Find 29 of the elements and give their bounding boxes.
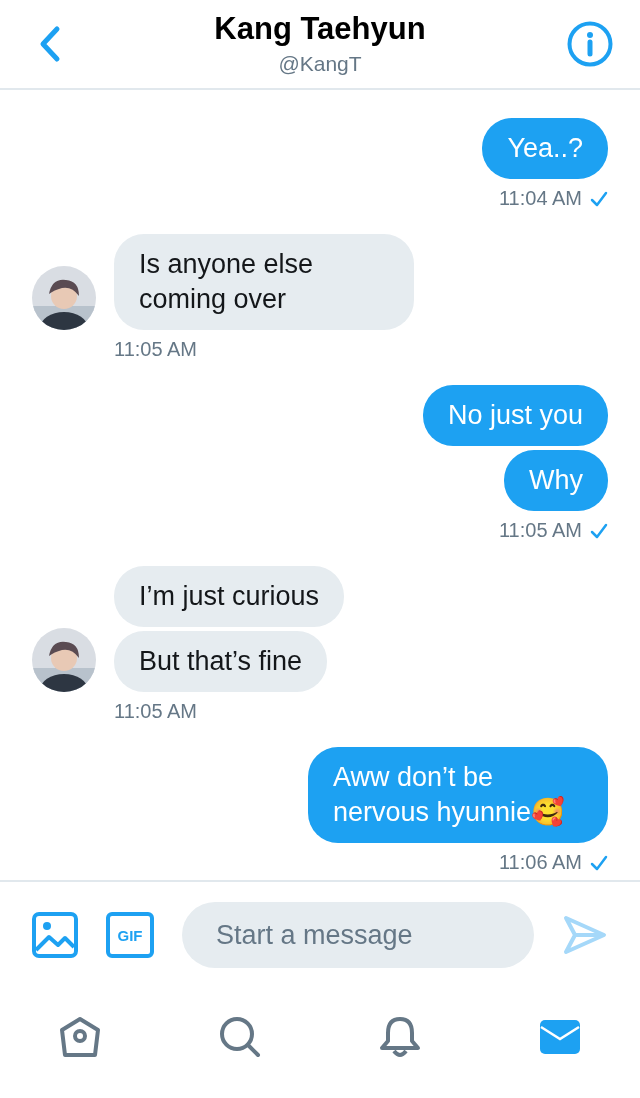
message-bubble: I’m just curious	[114, 566, 345, 627]
send-icon	[563, 915, 607, 955]
contact-handle: @KangT	[278, 51, 362, 77]
message-time: 11:04 AM	[498, 187, 582, 210]
info-button[interactable]	[566, 20, 614, 68]
home-icon	[58, 1015, 102, 1059]
check-icon	[590, 190, 608, 207]
message-time: 11:06 AM	[498, 851, 582, 874]
message-bubble: But that’s fine	[114, 631, 328, 692]
message-bubble: Is anyone else coming over	[114, 234, 414, 330]
check-icon	[590, 854, 608, 871]
mail-icon	[538, 1017, 582, 1057]
message-time: 11:05 AM	[114, 338, 198, 361]
message-bubble: No just you	[422, 385, 608, 446]
image-button[interactable]	[32, 912, 78, 958]
bell-icon	[378, 1015, 422, 1059]
gif-button[interactable]: GIF	[106, 912, 154, 958]
info-icon	[567, 21, 613, 67]
message-time: 11:05 AM	[498, 519, 582, 542]
message-bubble: Yea..?	[482, 118, 608, 179]
image-icon	[32, 912, 78, 958]
search-icon	[218, 1015, 262, 1059]
message-bubble: Why	[504, 450, 608, 511]
check-icon	[590, 522, 608, 539]
message-bubble: Aww don’t be nervous hyunnie🥰	[308, 747, 608, 843]
back-icon	[39, 25, 61, 63]
message-time: 11:05 AM	[114, 700, 198, 723]
message-field[interactable]: Start a message	[182, 902, 534, 968]
contact-name: Kang Taehyun	[214, 11, 426, 47]
